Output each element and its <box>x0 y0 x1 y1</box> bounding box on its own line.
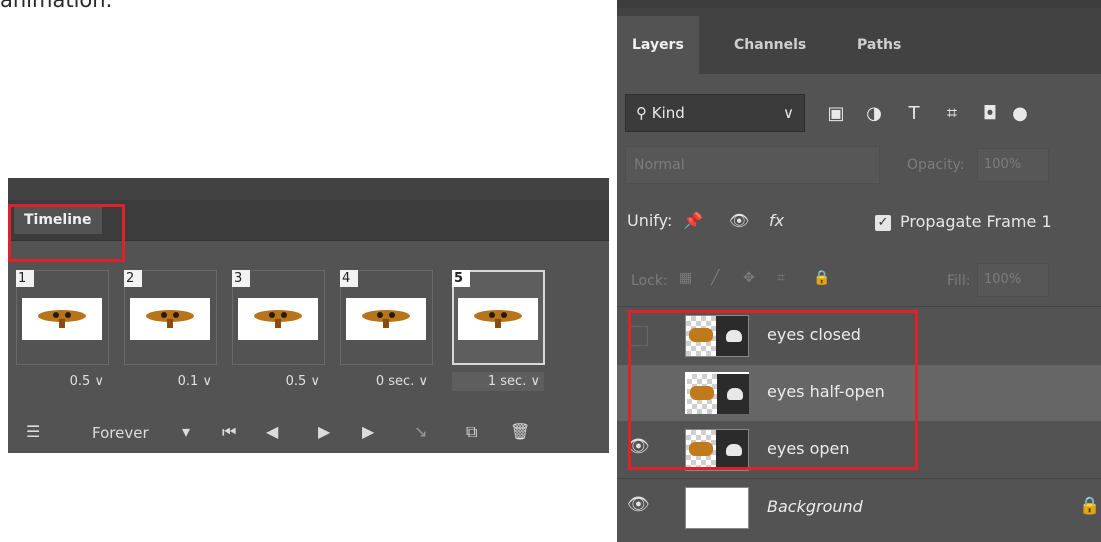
first-frame-icon[interactable]: ⏮ <box>222 422 236 442</box>
divider <box>617 478 1101 479</box>
eye-icon[interactable]: 👁 <box>627 494 650 515</box>
unify-label: Unify: <box>627 211 673 230</box>
unify-position-icon[interactable]: 📌 <box>683 211 703 230</box>
frame-thumbnail <box>346 298 426 340</box>
duplicate-frame-icon[interactable]: ⧉ <box>466 422 477 442</box>
tab-paths[interactable]: Paths <box>857 16 901 74</box>
timeline-title-bar <box>8 178 609 200</box>
owl-image <box>146 310 194 328</box>
frame-3[interactable]: 3 0.5 ∨ <box>228 270 331 398</box>
frame-thumbnail <box>238 298 318 340</box>
fill-input[interactable]: 100% <box>977 263 1049 297</box>
filter-toggle-icon[interactable]: ● <box>1009 103 1031 124</box>
lock-transparent-icon[interactable]: ▦ <box>679 270 692 286</box>
frame-delay-select[interactable]: 0.5 ∨ <box>228 374 320 389</box>
chevron-down-icon: ∨ <box>783 104 794 122</box>
frame-number: 2 <box>124 270 142 287</box>
frame-delay-select[interactable]: 0.1 ∨ <box>120 374 212 389</box>
trash-icon[interactable]: 🗑 <box>510 422 530 441</box>
frame-number: 1 <box>16 270 34 287</box>
frame-4[interactable]: 4 0 sec. ∨ <box>336 270 439 398</box>
lock-paint-icon[interactable]: ╱ <box>711 270 719 286</box>
layers-highlight <box>628 310 918 470</box>
layer-name: Background <box>767 497 863 516</box>
search-icon: ⚲ <box>636 104 647 122</box>
next-frame-icon[interactable]: ▶ <box>362 422 374 441</box>
loop-options-select[interactable]: Forever <box>92 424 149 442</box>
type-filter-icon[interactable]: T <box>903 103 925 124</box>
filter-kind-select[interactable]: ⚲ Kind ∨ <box>625 94 805 132</box>
adjustment-filter-icon[interactable]: ◑ <box>863 103 885 124</box>
play-icon[interactable]: ▶ <box>318 422 330 441</box>
frame-thumbnail <box>22 298 102 340</box>
lock-artboard-icon[interactable]: ⌗ <box>777 270 785 286</box>
frame-2[interactable]: 2 0.1 ∨ <box>120 270 223 398</box>
owl-image <box>38 310 86 328</box>
chevron-down-icon: ∨ <box>202 374 212 389</box>
chevron-down-icon: ∨ <box>530 374 540 389</box>
layer-thumbnail <box>685 487 749 529</box>
unify-style-icon[interactable]: fx <box>769 211 784 230</box>
lock-label: Lock: <box>631 273 668 289</box>
fill-label: Fill: <box>947 273 971 289</box>
lock-all-icon[interactable]: 🔒 <box>813 270 830 286</box>
divider <box>617 306 1101 307</box>
tab-layers[interactable]: Layers <box>617 16 699 74</box>
frame-number: 4 <box>340 270 358 287</box>
lock-icon: 🔒 <box>1079 496 1101 516</box>
previous-frame-icon[interactable]: ◀ <box>266 422 278 441</box>
opacity-input[interactable]: 100% <box>977 148 1049 182</box>
caret-down-icon[interactable]: ▾ <box>182 422 190 441</box>
convert-to-video-timeline-icon[interactable]: ☰ <box>26 422 40 441</box>
chevron-down-icon: ∨ <box>310 374 320 389</box>
unify-visibility-icon[interactable]: 👁 <box>729 211 749 230</box>
layers-title-bar <box>617 0 1101 8</box>
tween-icon[interactable]: ↘ <box>414 422 427 441</box>
frame-number: 3 <box>232 270 250 287</box>
frame-delay-select[interactable]: 0 sec. ∨ <box>336 374 428 389</box>
frame-5[interactable]: 5 1 sec. ∨ <box>448 270 551 398</box>
pixel-filter-icon[interactable]: ▣ <box>825 103 847 124</box>
layers-tab-bar: Layers Channels Paths <box>617 8 1101 74</box>
shape-filter-icon[interactable]: ⌗ <box>941 103 963 124</box>
owl-image <box>254 310 302 328</box>
frame-delay-select[interactable]: 1 sec. ∨ <box>452 372 544 391</box>
smart-object-filter-icon[interactable]: ◘ <box>979 103 1001 124</box>
blend-mode-select[interactable]: Normal <box>625 146 880 184</box>
frame-thumbnail <box>458 298 538 340</box>
lock-move-icon[interactable]: ✥ <box>743 270 755 286</box>
frame-thumbnail <box>130 298 210 340</box>
chevron-down-icon: ∨ <box>418 374 428 389</box>
frame-delay-select[interactable]: 0.5 ∨ <box>12 374 104 389</box>
frame-number: 5 <box>452 270 470 287</box>
timeline-tab-highlight <box>8 204 125 262</box>
opacity-label: Opacity: <box>907 157 965 173</box>
propagate-checkbox[interactable]: ✓ <box>875 215 891 231</box>
frame-1[interactable]: 1 0.5 ∨ <box>12 270 115 398</box>
owl-image <box>362 310 410 328</box>
page-text: animation. <box>0 0 113 12</box>
tab-channels[interactable]: Channels <box>734 16 806 74</box>
layer-row[interactable]: 👁 Background 🔒 <box>617 480 1101 536</box>
chevron-down-icon: ∨ <box>94 374 104 389</box>
owl-image <box>474 310 522 328</box>
propagate-label: Propagate Frame 1 <box>900 212 1052 231</box>
